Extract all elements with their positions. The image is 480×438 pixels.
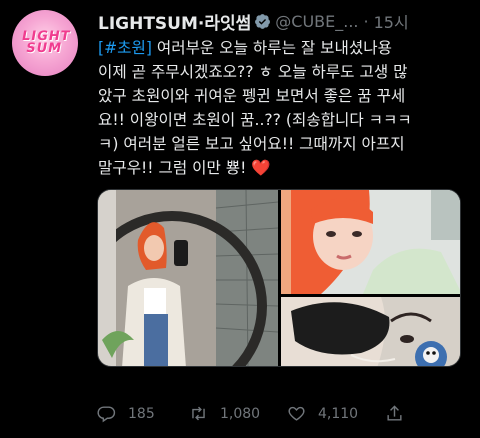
reply-icon <box>97 406 116 423</box>
tweet-text-line: 이제 곧 주무시겠죠오?? ㅎ 오늘 하루도 고생 많 <box>98 60 472 84</box>
tweet-text-segment: ㅋ) 여러분 얼른 보고 싶어요!! 그때까지 아프지 <box>98 135 405 153</box>
closeup-illustration <box>281 190 460 294</box>
author-handle[interactable]: @CUBE_... <box>275 12 358 31</box>
hashtag-link[interactable]: [#초원] <box>98 39 152 57</box>
author-name[interactable]: LIGHTSUM·라잇썸 <box>98 10 251 33</box>
photo-mask[interactable] <box>281 297 460 366</box>
photo-closeup[interactable] <box>281 190 460 294</box>
like-count: 4,110 <box>318 405 359 422</box>
tweet-actions: 185 1,080 4,110 <box>97 404 469 423</box>
media-grid <box>97 189 461 367</box>
retweet-button[interactable]: 1,080 <box>189 404 281 423</box>
tweet-text-segment: 말구우!! 그럼 이만 뿅! ❤️ <box>98 159 271 177</box>
share-icon <box>387 405 402 421</box>
tweet-text-segment: 았구 초원이와 귀여운 펭귄 보면서 좋은 꿈 꾸세 <box>98 87 406 105</box>
reply-button[interactable]: 185 <box>97 404 187 423</box>
retweet-count: 1,080 <box>220 405 261 422</box>
photo-selfie[interactable] <box>98 190 278 366</box>
share-button[interactable] <box>385 404 416 423</box>
heart-icon <box>288 406 305 421</box>
mask-illustration <box>281 297 460 366</box>
tweet-text-line: [#초원] 여러부운 오늘 하루는 잘 보내셨나용 <box>98 36 472 60</box>
lightsum-logo: LIGHT SUM <box>20 29 72 56</box>
tweet-time[interactable]: 15시 <box>374 10 409 32</box>
tweet-text-line: 요!! 이왕이면 초원이 꿈..?? (죄송합니다 ㅋㅋㅋ <box>98 108 472 132</box>
reply-count: 185 <box>128 405 155 422</box>
separator-dot: · <box>363 11 369 31</box>
tweet-text-line: 말구우!! 그럼 이만 뿅! ❤️ <box>98 156 472 180</box>
tweet-text: [#초원] 여러부운 오늘 하루는 잘 보내셨나용이제 곧 주무시겠죠오?? ㅎ… <box>98 36 472 180</box>
tweet-text-segment: 여러부운 오늘 하루는 잘 보내셨나용 <box>151 39 392 57</box>
tweet-text-line: 았구 초원이와 귀여운 펭귄 보면서 좋은 꿈 꾸세 <box>98 84 472 108</box>
avatar[interactable]: LIGHT SUM <box>12 10 78 76</box>
tweet-text-line: ㅋ) 여러분 얼른 보고 싶어요!! 그때까지 아프지 <box>98 132 472 156</box>
selfie-illustration <box>98 190 278 366</box>
tweet-text-segment: 이제 곧 주무시겠죠오?? ㅎ 오늘 하루도 고생 많 <box>98 63 408 81</box>
like-button[interactable]: 4,110 <box>287 404 379 423</box>
retweet-icon <box>192 406 205 421</box>
tweet-header: LIGHTSUM·라잇썸 @CUBE_... · 15시 <box>98 10 472 33</box>
tweet-text-segment: 요!! 이왕이면 초원이 꿈..?? (죄송합니다 ㅋㅋㅋ <box>98 111 412 129</box>
verified-badge-icon <box>255 13 271 29</box>
